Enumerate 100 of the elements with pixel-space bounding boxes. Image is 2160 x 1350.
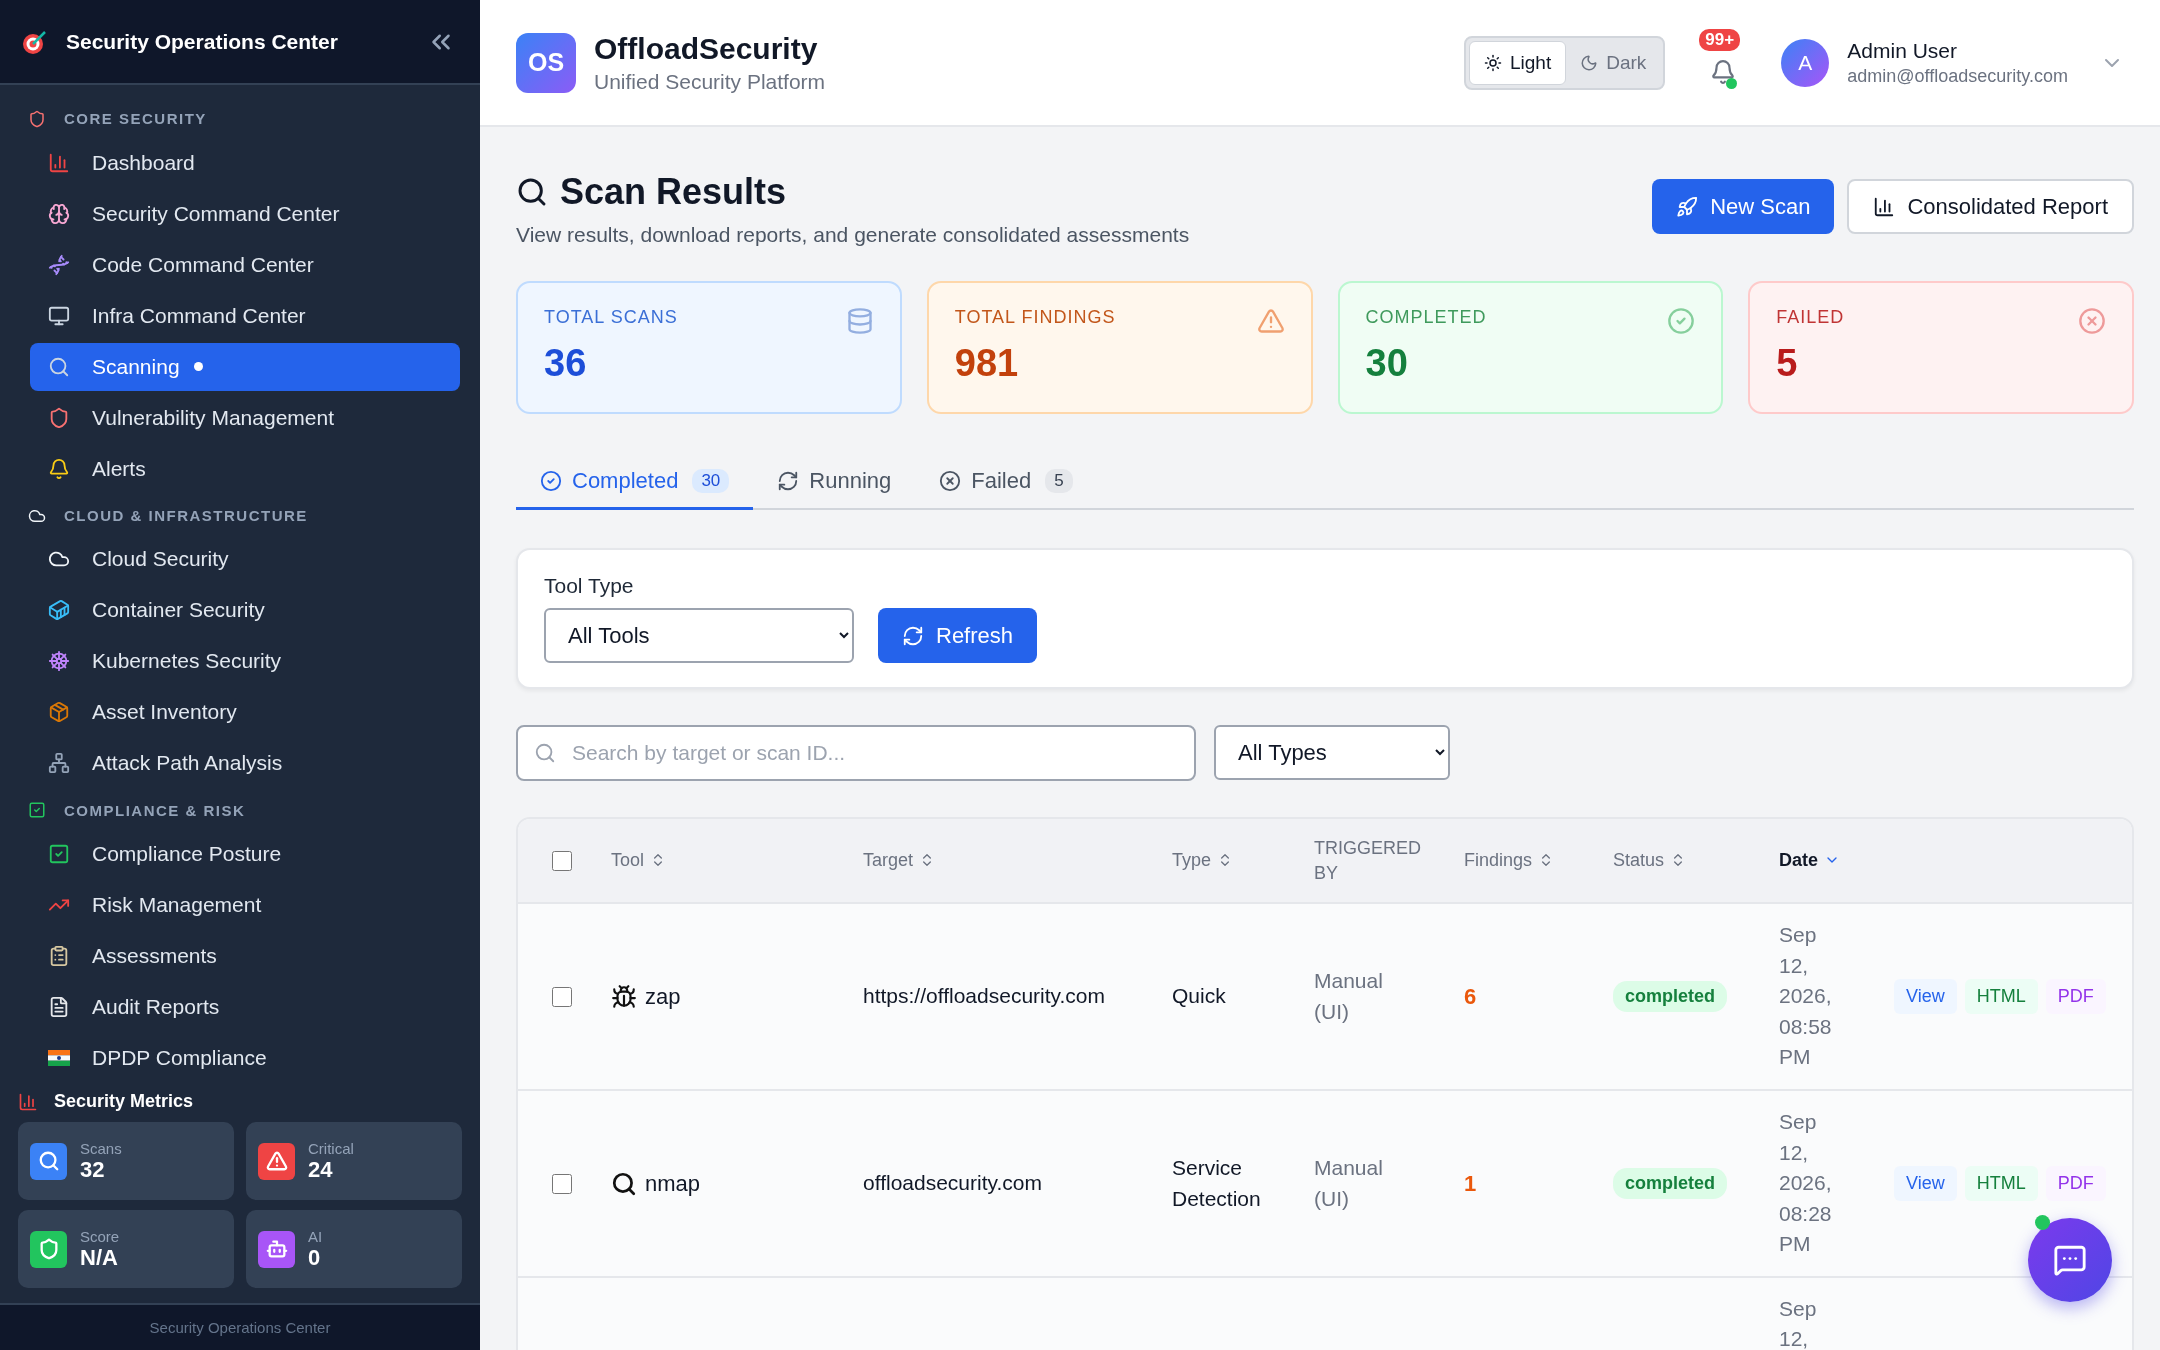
action-button[interactable]: View xyxy=(1894,1166,1957,1201)
metric-value: 0 xyxy=(308,1244,322,1271)
nav-item[interactable]: DPDP Compliance xyxy=(30,1034,460,1082)
nav-item[interactable]: Audit Reports xyxy=(30,983,460,1031)
tab[interactable]: Failed 5 xyxy=(915,454,1097,510)
section-label: CORE SECURITY xyxy=(64,110,207,128)
theme-button[interactable]: Dark xyxy=(1566,40,1661,85)
triggered-cell-text: Manual (UI) xyxy=(1314,968,1384,1025)
target-cell-text: https://offloadsecurity.com xyxy=(863,983,1106,1010)
column-header[interactable]: Date xyxy=(1779,848,1894,873)
action-button[interactable]: PDF xyxy=(2045,979,2106,1014)
sidebar-title: Security Operations Center xyxy=(66,29,339,54)
avatar[interactable]: A xyxy=(1781,38,1830,87)
action-button[interactable]: PDF xyxy=(2045,1166,2106,1201)
chat-icon xyxy=(2053,1243,2087,1277)
moon-icon xyxy=(1580,53,1599,72)
nav-item[interactable]: Scanning xyxy=(30,342,460,391)
theme-button[interactable]: Light xyxy=(1468,40,1567,85)
metric-label: Critical xyxy=(308,1139,354,1157)
nav-item[interactable]: Container Security xyxy=(30,586,460,635)
nav-item[interactable]: Compliance Posture xyxy=(30,830,460,878)
nav-item[interactable]: Alerts xyxy=(30,444,460,493)
dna-icon xyxy=(48,253,70,276)
nav-item[interactable]: Vulnerability Management xyxy=(30,393,460,442)
nav-item[interactable]: Kubernetes Security xyxy=(30,637,460,686)
status-badge: completed xyxy=(1613,1168,1728,1199)
warning-icon xyxy=(1256,307,1285,335)
metric-label: Score xyxy=(80,1227,120,1245)
chart-icon xyxy=(48,151,70,174)
nav-item[interactable]: Dashboard xyxy=(30,138,460,187)
row-checkbox[interactable] xyxy=(552,1173,572,1194)
nav-item[interactable]: Assessments xyxy=(30,932,460,980)
nav-item[interactable]: Security Command Center xyxy=(30,189,460,238)
brand-name: OffloadSecurity xyxy=(594,31,819,66)
check-icon xyxy=(28,801,46,820)
magnifier-icon xyxy=(48,355,70,378)
stat-value: 36 xyxy=(544,342,588,385)
package-icon xyxy=(48,701,70,724)
network-icon xyxy=(48,752,70,775)
bell-icon[interactable] xyxy=(1710,58,1737,85)
refresh-icon xyxy=(777,469,800,492)
tab[interactable]: Completed 30 xyxy=(516,454,754,510)
tool-type-select[interactable]: All Tools xyxy=(544,608,854,663)
action-button[interactable]: HTML xyxy=(1964,979,2038,1014)
column-header[interactable]: Target xyxy=(863,848,1172,873)
new-scan-button[interactable]: New Scan xyxy=(1652,179,1835,234)
sidebar-footer: Security Operations Center xyxy=(149,1319,331,1336)
nav-item[interactable]: Attack Path Analysis xyxy=(30,739,460,788)
nav-item[interactable]: Infra Command Center xyxy=(30,291,460,340)
user-email: admin@offloadsecurity.com xyxy=(1847,65,2068,87)
search-field[interactable]: Search by target or scan ID... xyxy=(516,725,1196,781)
column-header[interactable]: Tool xyxy=(611,848,863,873)
spider-icon xyxy=(611,983,637,1010)
magnifier-icon xyxy=(611,1170,637,1197)
column-header[interactable]: Findings xyxy=(1464,848,1613,873)
tab-count: 5 xyxy=(1045,468,1073,493)
tagline: Unified Security Platform xyxy=(594,69,826,94)
target-cell-text: offloadsecurity.com xyxy=(863,1170,1043,1197)
database-icon xyxy=(845,307,874,335)
metric-label: Scans xyxy=(80,1139,122,1157)
nav-item[interactable]: Asset Inventory xyxy=(30,688,460,737)
nav-item[interactable]: Code Command Center xyxy=(30,240,460,289)
stat-label: COMPLETED xyxy=(1365,307,1487,328)
status-badge: completed xyxy=(1613,981,1728,1012)
notification-badge: 99+ xyxy=(1699,28,1741,51)
tool-name: nmap xyxy=(645,1170,701,1197)
rocket-icon xyxy=(1676,195,1699,218)
clipboard-icon xyxy=(48,945,70,967)
nav-item[interactable]: Risk Management xyxy=(30,881,460,929)
chart-icon xyxy=(18,1091,38,1112)
type-cell-text: Quick xyxy=(1172,983,1227,1010)
column-header: TRIGGERED BY xyxy=(1314,837,1422,885)
tab[interactable]: Running xyxy=(753,454,916,510)
action-button[interactable]: View xyxy=(1894,979,1957,1014)
x-circle-icon xyxy=(939,469,962,492)
user-name: Admin User xyxy=(1847,38,1958,63)
nav-item[interactable]: Cloud Security xyxy=(30,535,460,584)
target-icon xyxy=(22,28,48,55)
container-icon xyxy=(48,599,70,622)
select-all-checkbox[interactable] xyxy=(552,850,572,871)
metric-value: 24 xyxy=(308,1156,334,1183)
column-header[interactable]: Type xyxy=(1172,848,1314,873)
triggered-cell-text: Manual (UI) xyxy=(1314,1155,1384,1212)
x-circle-icon xyxy=(2078,307,2106,335)
type-select[interactable]: All Types xyxy=(1214,725,1450,780)
stat-value: 30 xyxy=(1365,342,1409,385)
report-button[interactable]: Consolidated Report xyxy=(1847,179,2134,234)
findings-count: 6 xyxy=(1464,983,1478,1010)
action-button[interactable]: HTML xyxy=(1964,1166,2038,1201)
bell-icon xyxy=(48,457,70,480)
row-checkbox[interactable] xyxy=(552,986,572,1007)
field-label: Tool Type xyxy=(544,574,635,598)
findings-count: 1 xyxy=(1464,1170,1478,1197)
brain-icon xyxy=(48,202,70,225)
monitor-icon xyxy=(48,304,70,327)
column-header[interactable]: Status xyxy=(1613,848,1779,873)
check-circle-icon xyxy=(540,469,562,492)
shield-icon xyxy=(28,109,46,128)
refresh-button[interactable]: Refresh xyxy=(878,608,1038,663)
shield-icon xyxy=(48,406,70,429)
